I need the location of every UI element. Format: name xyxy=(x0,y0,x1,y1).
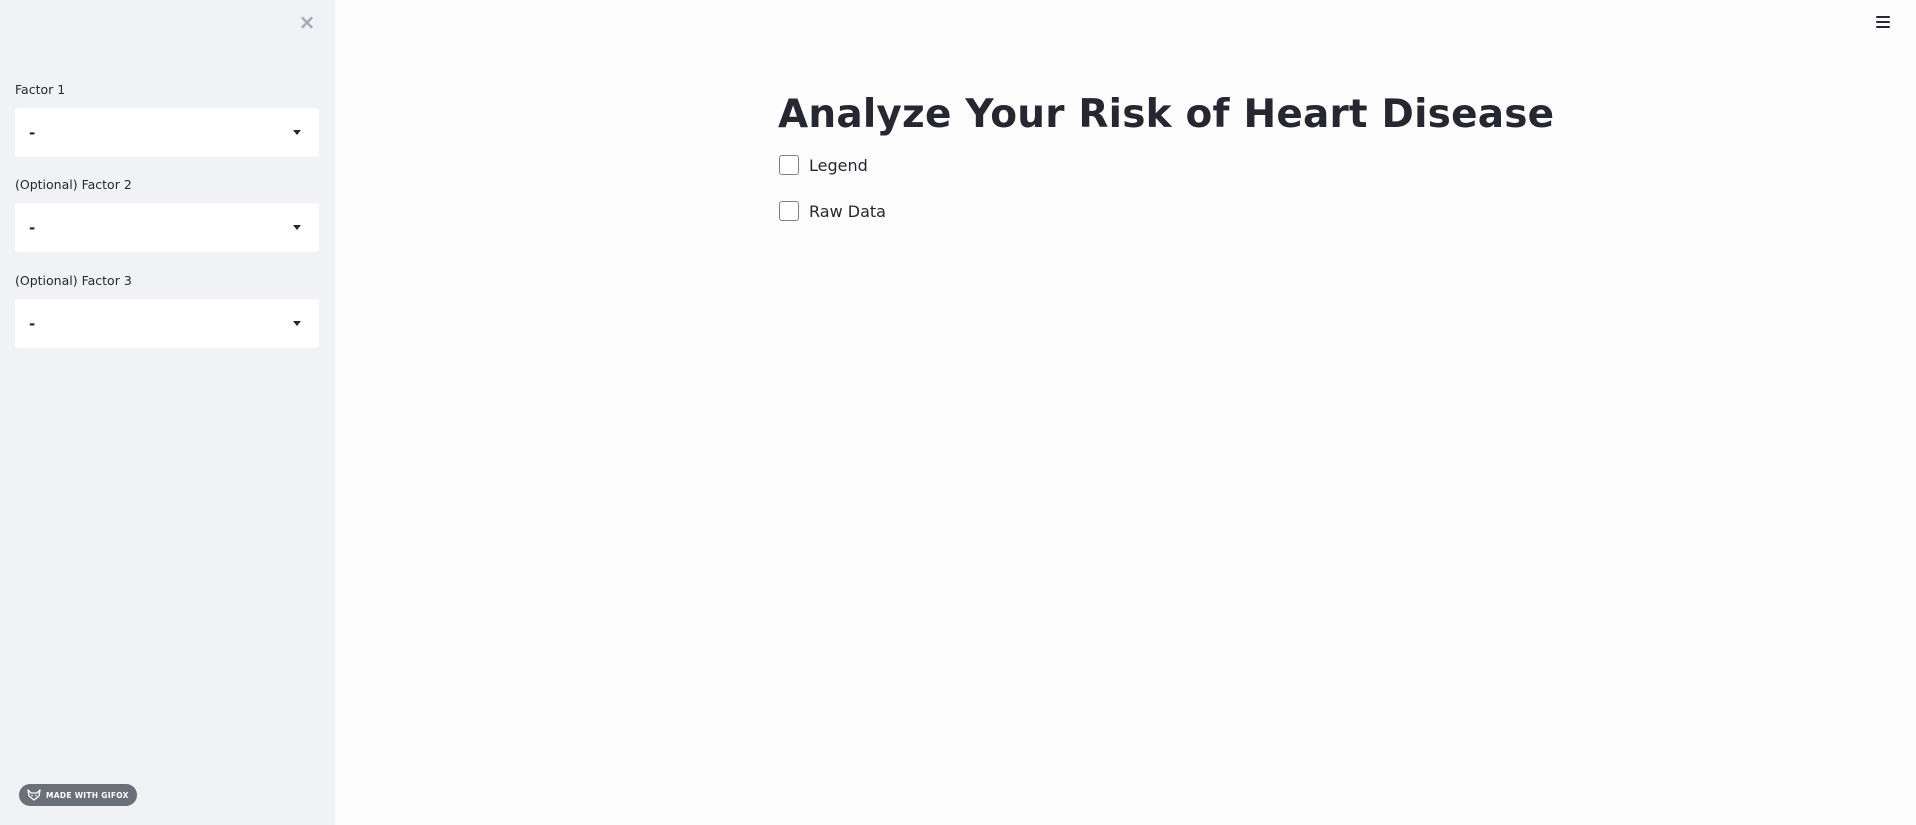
checkbox-box[interactable] xyxy=(779,201,799,221)
legend-checkbox-label: Legend xyxy=(809,155,868,175)
chevron-down-icon xyxy=(293,130,301,135)
close-sidebar-button[interactable]: × xyxy=(296,11,318,33)
factor-2-select[interactable]: - xyxy=(15,203,319,252)
raw-data-checkbox-label: Raw Data xyxy=(809,201,886,221)
chevron-down-icon xyxy=(293,321,301,326)
factor-3-value: - xyxy=(29,314,36,333)
chevron-down-icon xyxy=(293,225,301,230)
factor-2-value: - xyxy=(29,218,36,237)
close-icon: × xyxy=(298,10,316,34)
factor-3-select[interactable]: - xyxy=(15,299,319,348)
hamburger-menu-icon[interactable] xyxy=(1873,13,1893,31)
factor-3-label: (Optional) Factor 3 xyxy=(15,273,132,288)
factor-2-field: (Optional) Factor 2 - xyxy=(15,175,319,252)
factor-1-label: Factor 1 xyxy=(15,82,66,97)
factor-2-label: (Optional) Factor 2 xyxy=(15,177,132,192)
factor-1-select[interactable]: - xyxy=(15,108,319,157)
badge-text: MADE WITH GIFOX xyxy=(46,790,129,800)
factor-1-field: Factor 1 - xyxy=(15,80,319,157)
factor-1-value: - xyxy=(29,123,36,142)
factor-3-field: (Optional) Factor 3 - xyxy=(15,271,319,348)
made-with-gifox-badge[interactable]: MADE WITH GIFOX xyxy=(19,784,137,806)
fox-icon xyxy=(27,789,41,801)
checkbox-box[interactable] xyxy=(779,155,799,175)
legend-checkbox[interactable]: Legend xyxy=(779,155,868,175)
page-title: Analyze Your Risk of Heart Disease xyxy=(778,92,1555,137)
raw-data-checkbox[interactable]: Raw Data xyxy=(779,201,886,221)
app: × Factor 1 - (Optional) Factor 2 - (Opti… xyxy=(0,0,1916,825)
sidebar: × Factor 1 - (Optional) Factor 2 - (Opti… xyxy=(0,0,335,825)
